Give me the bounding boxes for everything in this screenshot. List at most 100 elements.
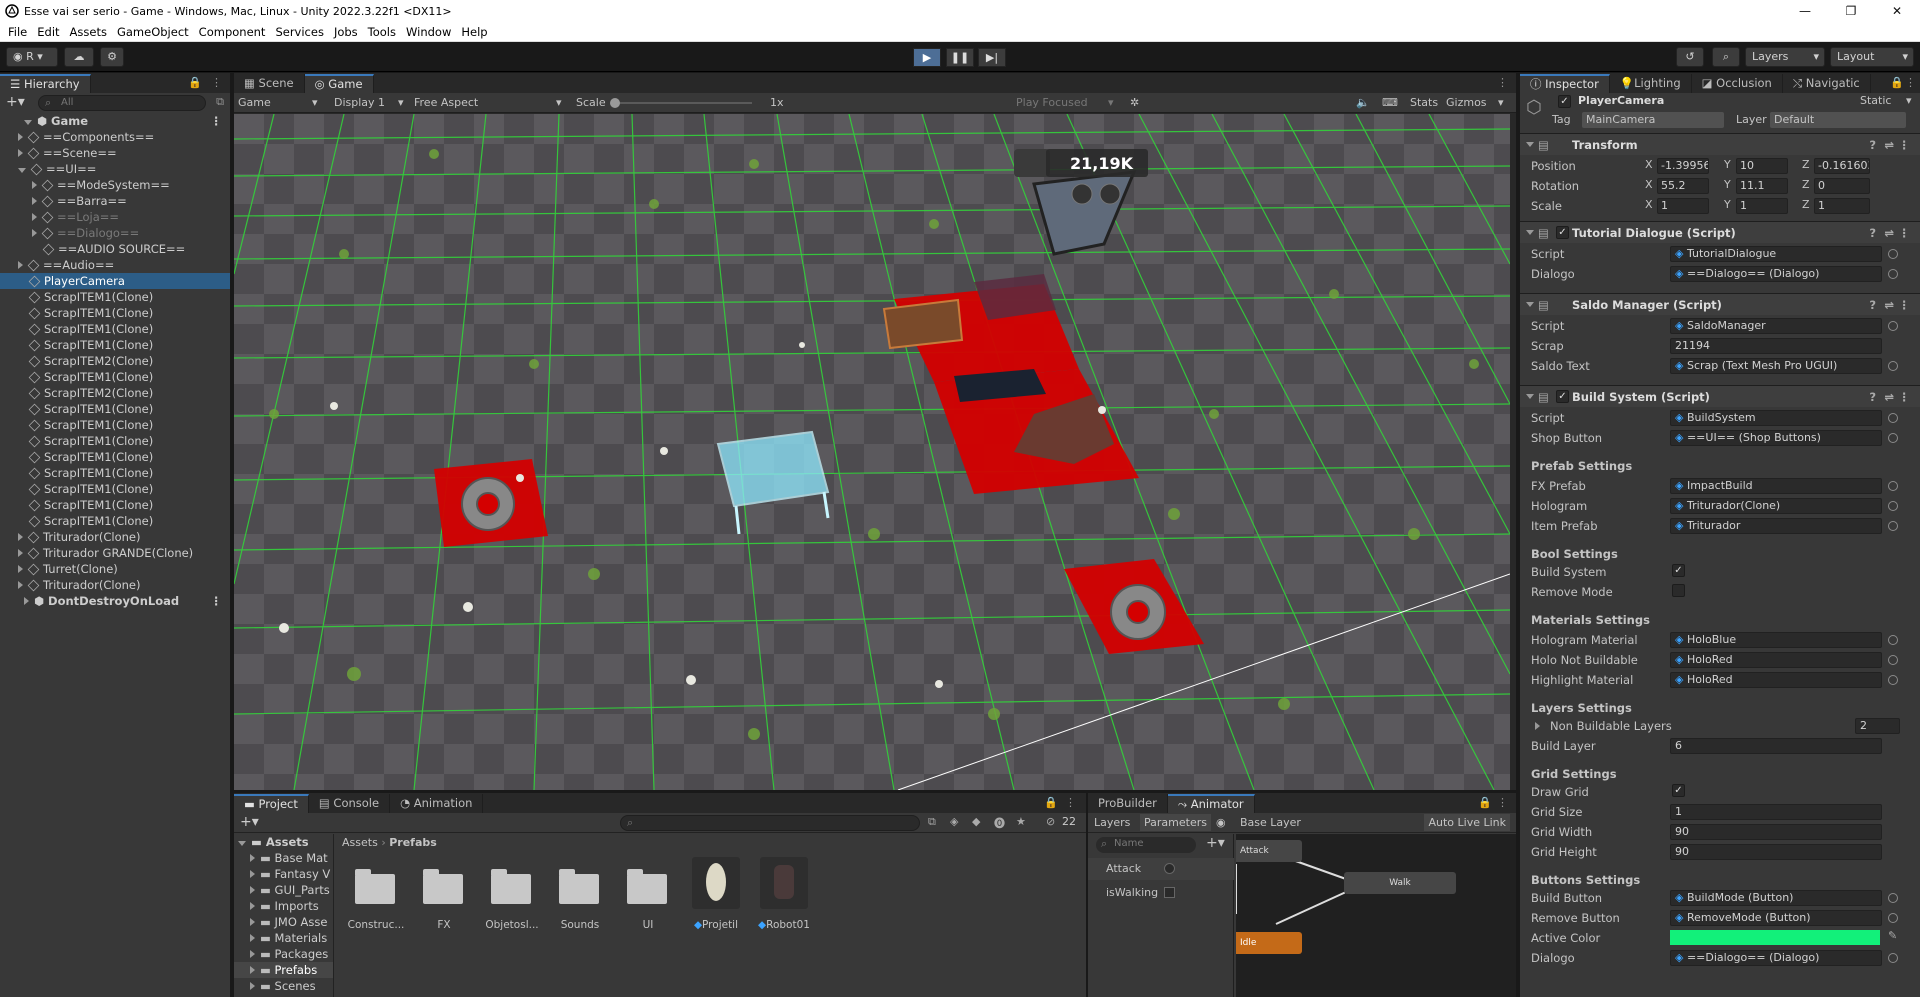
shop-button-field[interactable]: ◈ ==UI== (Shop Buttons) — [1670, 430, 1882, 446]
game-mode-dropdown[interactable]: Game — [238, 96, 271, 109]
hierarchy-item[interactable]: ScrapITEM1(Clone) — [0, 337, 230, 353]
hierarchy-item[interactable]: ScrapITEM1(Clone) — [0, 417, 230, 433]
step-button[interactable]: ▶| — [978, 48, 1006, 67]
label-filter-icon[interactable]: ◈ — [950, 815, 958, 828]
menu-file[interactable]: File — [4, 25, 33, 39]
holo-not-buildable-field[interactable]: ◈ HoloRed — [1670, 652, 1882, 668]
saldo-manager-header[interactable]: ▤ Saldo Manager (Script)? ⇌ ⋮ — [1520, 293, 1920, 315]
breadcrumb-prefabs[interactable]: Prefabs — [389, 836, 437, 849]
transform-header[interactable]: ▤ Transform? ⇌ ⋮ — [1520, 133, 1920, 155]
hierarchy-item[interactable]: ==Barra== — [0, 193, 230, 209]
object-picker-icon[interactable] — [1888, 481, 1898, 491]
expand-arrow-icon[interactable] — [250, 950, 255, 958]
undo-history-icon[interactable]: ↺ — [1676, 47, 1704, 67]
tab-inspector[interactable]: ⓘ Inspector — [1520, 74, 1610, 93]
expand-arrow-icon[interactable] — [250, 934, 255, 942]
fx-prefab-field[interactable]: ◈ ImpactBuild — [1670, 478, 1882, 494]
transform-y-field[interactable]: 11.1 — [1736, 178, 1788, 194]
transform-z-field[interactable]: 0 — [1814, 178, 1870, 194]
state-idle[interactable]: Idle — [1236, 932, 1302, 954]
expand-arrow-icon[interactable] — [32, 229, 37, 237]
tree-folder[interactable]: ▬ Fantasy V — [234, 866, 333, 882]
tutorial-script-field[interactable]: ◈ TutorialDialogue — [1670, 246, 1882, 262]
tab-hierarchy[interactable]: ☰ Hierarchy — [0, 74, 91, 93]
object-picker-icon[interactable] — [1888, 269, 1898, 279]
layer-dropdown[interactable]: Default — [1770, 112, 1906, 128]
expand-arrow-icon[interactable] — [250, 902, 255, 910]
object-picker-icon[interactable] — [1888, 953, 1898, 963]
build-script-field[interactable]: ◈ BuildSystem — [1670, 410, 1882, 426]
more-icon[interactable]: ⋮ — [211, 76, 222, 89]
hierarchy-item[interactable]: ScrapITEM1(Clone) — [0, 449, 230, 465]
expand-arrow-icon[interactable] — [24, 597, 29, 605]
remove-mode-checkbox[interactable] — [1672, 584, 1685, 597]
expand-arrow-icon[interactable] — [18, 581, 23, 589]
play-focused-dropdown[interactable]: Play Focused — [1016, 96, 1088, 109]
more-icon[interactable]: ⋮ — [1899, 138, 1911, 152]
stats-button[interactable]: Stats — [1410, 96, 1438, 109]
auto-live-link-button[interactable]: Auto Live Link — [1424, 814, 1510, 831]
cloud-icon[interactable]: ☁ — [64, 47, 94, 67]
presets-icon[interactable]: ⇌ — [1884, 226, 1894, 240]
folder-icon[interactable] — [557, 869, 601, 905]
build-dialogo-field[interactable]: ◈ ==Dialogo== (Dialogo) — [1670, 950, 1882, 966]
build-system-checkbox[interactable]: ✓ — [1672, 564, 1685, 577]
help-icon[interactable]: ? — [1869, 226, 1876, 240]
display-dropdown[interactable]: Display 1 — [334, 96, 385, 109]
project-search-input[interactable]: ⌕ — [620, 815, 920, 831]
more-icon[interactable]: ⋮ — [1905, 76, 1916, 89]
non-buildable-layers-row[interactable]: Non Buildable Layers 2 — [1520, 717, 1920, 735]
presets-icon[interactable]: ⇌ — [1884, 138, 1894, 152]
mute-audio-icon[interactable]: 🔈 — [1356, 96, 1370, 109]
object-picker-icon[interactable] — [1888, 655, 1898, 665]
tab-project[interactable]: ▬ Project — [234, 794, 309, 813]
saldo-script-field[interactable]: ◈ SaldoManager — [1670, 318, 1882, 334]
expand-arrow-icon[interactable] — [32, 181, 37, 189]
saldo-scrap-field[interactable]: 21194 — [1670, 338, 1882, 354]
transform-y-field[interactable]: 10 — [1736, 158, 1788, 174]
expand-arrow-icon[interactable] — [250, 886, 255, 894]
hierarchy-item[interactable]: ScrapITEM1(Clone) — [0, 481, 230, 497]
expand-arrow-icon[interactable] — [18, 133, 23, 141]
hierarchy-item[interactable]: ScrapITEM1(Clone) — [0, 305, 230, 321]
item-prefab-field[interactable]: ◈ Triturador — [1670, 518, 1882, 534]
tree-folder[interactable]: ▬ Base Mat — [234, 850, 333, 866]
hierarchy-item[interactable]: ==UI== — [0, 161, 230, 177]
more-icon[interactable]: ⋮ — [1899, 298, 1911, 312]
expand-arrow-icon[interactable] — [250, 918, 255, 926]
lock-icon[interactable]: 🔒 — [1890, 76, 1904, 89]
scale-slider[interactable] — [610, 98, 752, 108]
help-icon[interactable]: ? — [1869, 138, 1876, 152]
menu-edit[interactable]: Edit — [33, 25, 65, 39]
gizmos-dropdown[interactable]: Gizmos — [1446, 96, 1487, 109]
hierarchy-item[interactable]: ScrapITEM1(Clone) — [0, 369, 230, 385]
state-walk[interactable]: Walk — [1344, 872, 1456, 894]
aspect-dropdown[interactable]: Free Aspect — [414, 96, 478, 109]
lock-icon[interactable]: 🔒 — [1044, 796, 1058, 809]
expand-arrow-icon[interactable] — [18, 261, 23, 269]
tutorial-dialogue-header[interactable]: ▤ ✓ Tutorial Dialogue (Script)? ⇌ ⋮ — [1520, 221, 1920, 243]
close-button[interactable]: ✕ — [1874, 0, 1920, 22]
hierarchy-item[interactable]: ==Scene== — [0, 145, 230, 161]
hierarchy-item[interactable]: ScrapITEM1(Clone) — [0, 401, 230, 417]
lock-icon[interactable]: 🔒 — [1478, 796, 1492, 809]
bool-checkbox[interactable] — [1164, 887, 1175, 898]
more-icon[interactable]: ⋮ — [211, 113, 223, 129]
eye-icon[interactable]: ◉ — [1216, 816, 1226, 829]
hologram-material-field[interactable]: ◈ HoloBlue — [1670, 632, 1882, 648]
presets-icon[interactable]: ⇌ — [1884, 298, 1894, 312]
hierarchy-item[interactable]: Triturador(Clone) — [0, 529, 230, 545]
object-picker-icon[interactable] — [1888, 635, 1898, 645]
expand-arrow-icon[interactable] — [18, 168, 26, 173]
hologram-field[interactable]: ◈ Triturador(Clone) — [1670, 498, 1882, 514]
menu-help[interactable]: Help — [457, 25, 493, 39]
account-button[interactable]: ◉ R ▾ — [6, 47, 58, 67]
expand-arrow-icon[interactable] — [250, 966, 255, 974]
tutorial-dialogo-field[interactable]: ◈ ==Dialogo== (Dialogo) — [1670, 266, 1882, 282]
tab-navigation[interactable]: ⤭ Navigatic — [1783, 74, 1871, 93]
build-button-field[interactable]: ◈ BuildMode (Button) — [1670, 890, 1882, 906]
parameter-row[interactable]: isWalking — [1088, 882, 1234, 904]
folder-icon[interactable] — [625, 869, 669, 905]
active-checkbox[interactable]: ✓ — [1558, 95, 1571, 108]
foldout-icon[interactable] — [1526, 230, 1534, 235]
